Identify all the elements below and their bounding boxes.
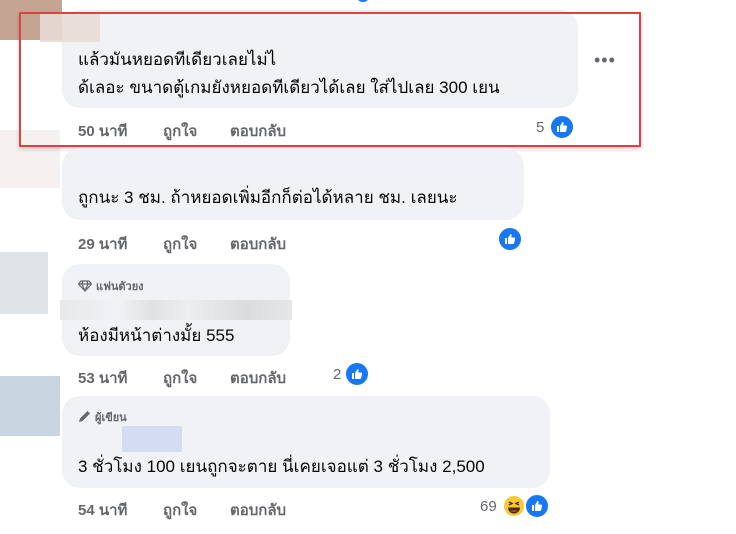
like-button[interactable]: ถูกใจ [163,232,197,256]
blurred-author-name [60,300,292,320]
blurred-avatar [0,252,48,314]
highlight-box [19,12,641,147]
comment-time[interactable]: 53 นาที [78,366,127,390]
like-button[interactable]: ถูกใจ [163,498,197,522]
top-fan-badge: แฟนตัวยง [77,277,144,295]
blurred-author-name [122,426,182,452]
blurred-avatar [0,376,60,436]
author-badge: ผู้เขียน [78,408,127,426]
comment-time[interactable]: 54 นาที [78,498,127,522]
like-button[interactable]: ถูกใจ [163,366,197,390]
comment-actions: 54 นาที ถูกใจ ตอบกลับ [78,498,378,519]
comment-time[interactable]: 29 นาที [78,232,127,256]
comment-actions: 29 นาที ถูกใจ ตอบกลับ [78,232,378,253]
reply-button[interactable]: ตอบกลับ [230,498,286,522]
reply-button[interactable]: ตอบกลับ [230,232,286,256]
like-icon[interactable] [344,361,370,387]
reaction-count[interactable]: 69 [480,498,497,515]
comment-text: ถูกนะ 3 ชม. ถ้าหยอดเพิ่มอีกก็ต่อได้หลาย … [78,188,458,207]
pencil-icon [79,411,90,422]
comment-text: 3 ชั่วโมง 100 เยนถูกจะตาย นี่เคยเจอแต่ 3… [78,457,485,476]
diamond-icon [77,280,93,293]
badge-label: ผู้เขียน [95,412,127,424]
like-icon[interactable] [524,493,550,519]
reaction-count[interactable]: 2 [333,366,341,383]
like-icon[interactable] [497,226,523,252]
reply-button[interactable]: ตอบกลับ [230,366,286,390]
haha-icon[interactable] [502,494,526,518]
top-scroll-indicator [356,0,370,2]
badge-label: แฟนตัวยง [96,281,144,293]
comment-text: ห้องมีหน้าต่างมั้ย 555 [78,326,235,345]
